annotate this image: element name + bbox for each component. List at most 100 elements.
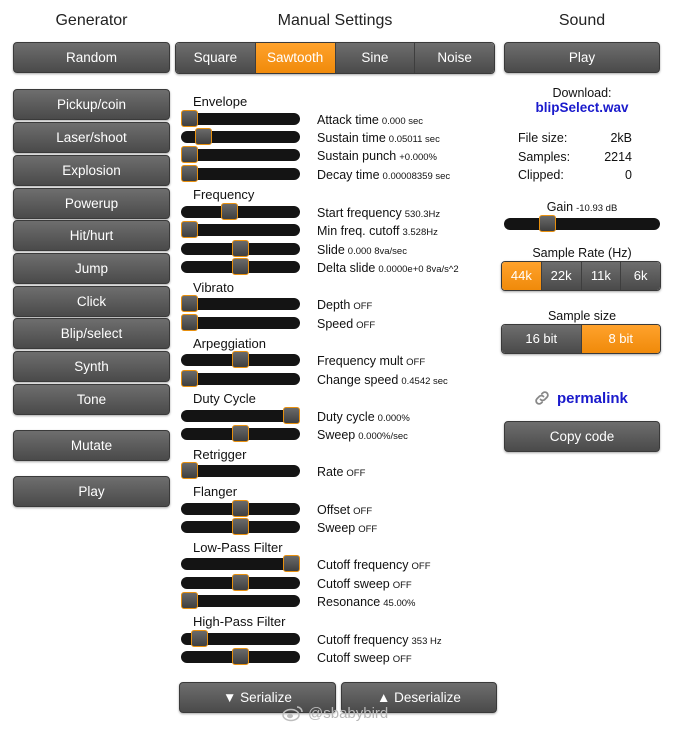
random-button[interactable]: Random <box>13 42 170 73</box>
file-size-value: 2kB <box>610 131 632 145</box>
clipped-label: Clipped: <box>518 168 564 182</box>
sample-rate-44k-option[interactable]: 44k <box>502 262 542 290</box>
min-freq-cutoff-value: 3.528Hz <box>402 227 438 238</box>
delta-slide-slider[interactable] <box>181 258 300 275</box>
decay-time-handle[interactable] <box>181 165 198 182</box>
permalink[interactable]: permalink <box>533 389 628 407</box>
vibrato-depth-value: OFF <box>353 301 373 312</box>
watermark-text: @sbabybird <box>308 704 389 722</box>
vibrato-speed-slider[interactable] <box>181 314 300 331</box>
lp-cutoff-frequency-handle[interactable] <box>283 555 300 572</box>
hp-cutoff-sweep-value: OFF <box>392 654 412 665</box>
duty-sweep-handle[interactable] <box>232 425 249 442</box>
preset-explosion-button[interactable]: Explosion <box>13 155 170 186</box>
retrigger-rate-slider[interactable] <box>181 462 300 479</box>
sustain-time-handle[interactable] <box>195 128 213 145</box>
preset-blip-select-button[interactable]: Blip/select <box>13 318 170 349</box>
duty-sweep-value: 0.000%/sec <box>358 431 408 442</box>
lp-resonance-value: 45.00% <box>383 598 416 609</box>
mutate-button[interactable]: Mutate <box>13 430 170 461</box>
generator-play-button[interactable]: Play <box>13 476 170 507</box>
duty-cycle-handle[interactable] <box>283 407 300 424</box>
samples-label: Samples: <box>518 150 571 164</box>
download-file-link[interactable]: blipSelect.wav <box>497 100 667 115</box>
sample-rate-6k-option[interactable]: 6k <box>621 262 660 290</box>
min-freq-cutoff-slider[interactable] <box>181 221 300 238</box>
decay-time-slider[interactable] <box>181 165 300 182</box>
sound-play-button[interactable]: Play <box>504 42 660 73</box>
delta-slide-handle[interactable] <box>232 258 249 275</box>
vibrato-depth-handle[interactable] <box>181 295 198 312</box>
lp-resonance-label: Resonance 45.00% <box>317 595 416 609</box>
sample-rate-11k-option[interactable]: 11k <box>581 262 622 290</box>
hp-cutoff-frequency-label: Cutoff frequency 353 Hz <box>317 633 442 647</box>
duty-sweep-slider[interactable] <box>181 425 300 442</box>
attack-time-handle[interactable] <box>181 110 198 127</box>
slide-slider[interactable] <box>181 240 300 257</box>
preset-pickup-coin-button[interactable]: Pickup/coin <box>13 89 170 120</box>
vibrato-speed-handle[interactable] <box>181 314 198 331</box>
link-icon <box>535 391 549 405</box>
start-frequency-slider[interactable] <box>181 203 300 220</box>
lp-cutoff-sweep-value: OFF <box>392 580 412 591</box>
lp-cutoff-frequency-slider[interactable] <box>181 555 300 572</box>
waveform-sawtooth-option[interactable]: Sawtooth <box>255 43 336 73</box>
start-frequency-handle[interactable] <box>220 203 238 220</box>
delta-slide-label: Delta slide 0.0000e+0 8va/s^2 <box>317 261 459 275</box>
vibrato-depth-slider[interactable] <box>181 295 300 312</box>
hp-cutoff-sweep-slider[interactable] <box>181 648 300 665</box>
frequency-mult-handle[interactable] <box>232 351 249 368</box>
sustain-punch-handle[interactable] <box>181 146 198 163</box>
preset-jump-button[interactable]: Jump <box>13 253 170 284</box>
retrigger-rate-handle[interactable] <box>181 462 198 479</box>
lp-resonance-slider[interactable] <box>181 592 300 609</box>
frequency-mult-slider[interactable] <box>181 351 300 368</box>
flanger-offset-slider[interactable] <box>181 500 300 517</box>
sample-size-8bit-option[interactable]: 8 bit <box>581 325 660 353</box>
hp-cutoff-sweep-label: Cutoff sweep OFF <box>317 651 412 665</box>
manual-settings-heading: Manual Settings <box>277 12 393 29</box>
gain-handle[interactable] <box>538 215 556 232</box>
preset-powerup-button[interactable]: Powerup <box>13 188 170 219</box>
change-speed-handle[interactable] <box>181 370 198 387</box>
lp-cutoff-sweep-slider[interactable] <box>181 574 300 591</box>
lp-resonance-handle[interactable] <box>181 592 198 609</box>
change-speed-slider[interactable] <box>181 370 300 387</box>
sustain-time-slider[interactable] <box>181 128 300 145</box>
hp-cutoff-frequency-handle[interactable] <box>191 630 209 647</box>
attack-time-slider[interactable] <box>181 110 300 127</box>
waveform-noise-option[interactable]: Noise <box>415 43 494 73</box>
duty-cycle-slider[interactable] <box>181 407 300 424</box>
slide-handle[interactable] <box>232 240 249 257</box>
min-freq-cutoff-handle[interactable] <box>181 221 198 238</box>
flanger-sweep-handle[interactable] <box>232 518 249 535</box>
permalink-text[interactable]: permalink <box>557 390 628 407</box>
change-speed-value: 0.4542 sec <box>401 376 448 387</box>
download-label: Download: <box>552 86 612 100</box>
flanger-offset-handle[interactable] <box>232 500 249 517</box>
hp-cutoff-sweep-handle[interactable] <box>232 648 249 665</box>
preset-click-button[interactable]: Click <box>13 286 170 317</box>
gain-value: -10.93 dB <box>576 203 618 214</box>
watermark: @sbabybird <box>282 704 388 722</box>
retrigger-rate-value: OFF <box>346 468 366 479</box>
attack-time-label: Attack time 0.000 sec <box>317 113 424 127</box>
hp-cutoff-frequency-slider[interactable] <box>181 630 300 647</box>
vibrato-speed-value: OFF <box>356 320 376 331</box>
waveform-sine-option[interactable]: Sine <box>335 43 416 73</box>
waveform-square-option[interactable]: Square <box>176 43 256 73</box>
gain-slider[interactable] <box>504 215 660 232</box>
preset-synth-button[interactable]: Synth <box>13 351 170 382</box>
preset-laser-shoot-button[interactable]: Laser/shoot <box>13 122 170 153</box>
preset-tone-button[interactable]: Tone <box>13 384 170 415</box>
lp-cutoff-sweep-handle[interactable] <box>232 574 249 591</box>
sustain-punch-slider[interactable] <box>181 146 300 163</box>
flanger-sweep-slider[interactable] <box>181 518 300 535</box>
flanger-sweep-label: Sweep OFF <box>317 521 378 535</box>
flanger-offset-label: Offset OFF <box>317 503 373 517</box>
hp-cutoff-frequency-value: 353 Hz <box>411 636 442 647</box>
sample-size-16bit-option[interactable]: 16 bit <box>502 325 582 353</box>
sample-rate-22k-option[interactable]: 22k <box>541 262 582 290</box>
copy-code-button[interactable]: Copy code <box>504 421 660 452</box>
preset-hit-hurt-button[interactable]: Hit/hurt <box>13 220 170 251</box>
